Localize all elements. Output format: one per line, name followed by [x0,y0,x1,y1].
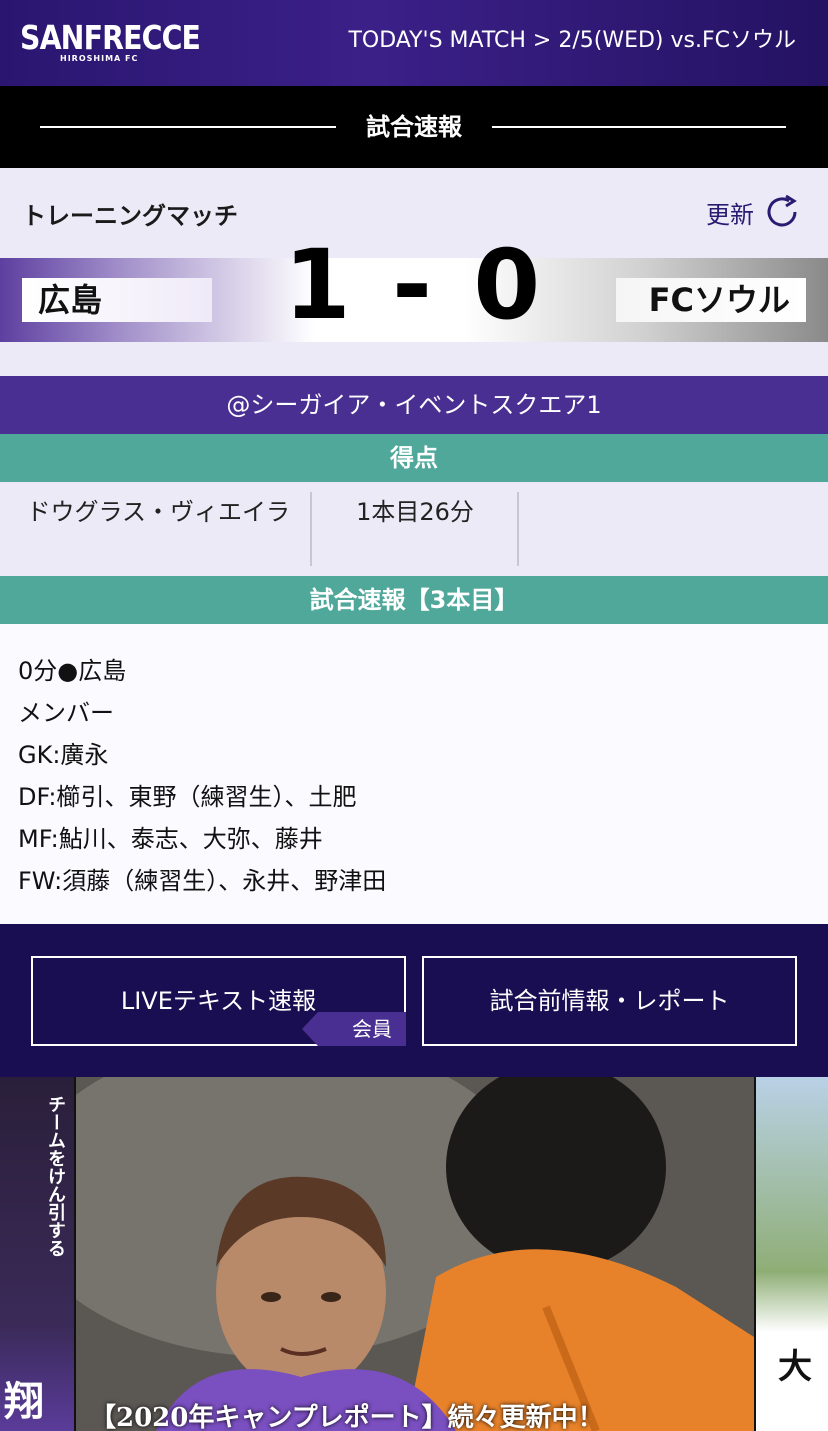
report-line: FW:須藤（練習生）、永井、野津田 [18,867,387,895]
logo-subtitle: HIROSHIMA FC [60,54,139,63]
top-bar: SANFRECCE HIROSHIMA FC TODAY'S MATCH > 2… [0,0,828,86]
logo-wordmark: SANFRECCE [20,18,201,57]
sanfrecce-logo[interactable]: SANFRECCE HIROSHIMA FC [20,18,229,64]
refresh-button[interactable]: 更新 [706,192,802,232]
banner-slide-current[interactable]: 【2020年キャンプレポート】続々更新中！ [76,1077,754,1431]
banner-next-text: 大 [778,1347,812,1387]
title-band: 試合速報 [0,86,828,168]
banner-slide-next[interactable]: 大 [756,1077,828,1431]
banner-slide-prev[interactable]: チームをけん引する 翔 [0,1077,74,1431]
goal-cell-divider [517,492,519,566]
report-line: GK:廣永 [18,741,109,769]
goal-row: ドウグラス・ヴィエイラ 1本目26分 [0,482,828,576]
report-line: DF:櫛引、東野（練習生）、土肥 [18,783,357,811]
banner-prev-text: チームをけん引する [45,1095,66,1257]
live-text-report-button[interactable]: LIVEテキスト速報 会員 [31,956,406,1046]
score: 1 - 0 [283,229,545,341]
venue: @シーガイア・イベントスクエア1 [0,376,828,434]
member-only-tag: 会員 [302,1012,406,1046]
goals-heading: 得点 [0,434,828,482]
goal-time: 1本目26分 [356,498,474,526]
live-text-report-label: LIVEテキスト速報 [120,987,317,1015]
goal-scorer: ドウグラス・ヴィエイラ [26,498,290,526]
banner-prev-kanji: 翔 [4,1379,44,1425]
report-line: メンバー [18,699,114,727]
banner-photo [76,1077,754,1431]
refresh-icon [767,194,797,227]
banner-caption: 【2020年キャンプレポート】続々更新中！ [90,1403,604,1431]
report-body: 0分●広島 メンバー GK:廣永 DF:櫛引、東野（練習生）、土肥 MF:鮎川、… [0,624,828,924]
refresh-label: 更新 [706,200,754,229]
title-divider-right [492,126,786,128]
match-type: トレーニングマッチ [22,202,238,230]
banner-carousel[interactable]: チームをけん引する 翔 【2020年キャンプレポート】続々更新中！ 大 [0,1077,828,1431]
todays-match-link[interactable]: TODAY'S MATCH > 2/5(WED) vs.FCソウル [348,26,796,56]
report-heading: 試合速報【3本目】 [0,576,828,624]
pre-match-info-button[interactable]: 試合前情報・レポート [422,956,797,1046]
report-line: 0分●広島 [18,657,127,685]
score-card: トレーニングマッチ 更新 広島 FCソウル 1 - 0 [0,168,828,376]
report-line: MF:鮎川、泰志、大弥、藤井 [18,825,323,853]
